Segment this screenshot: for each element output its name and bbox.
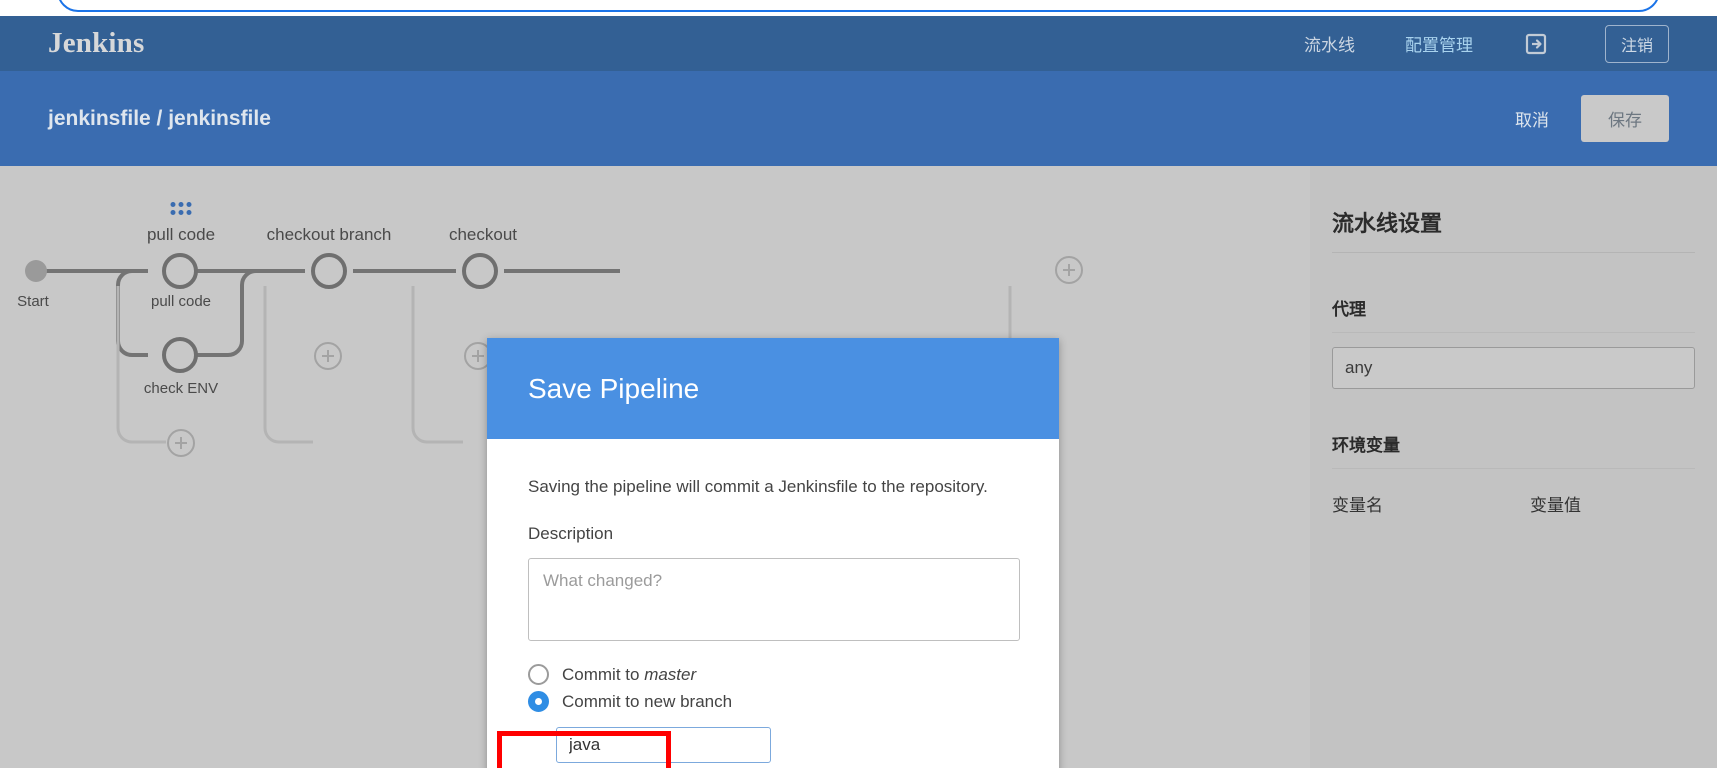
stage-title-checkout[interactable]: checkout [449, 225, 517, 245]
env-col-value: 变量值 [1530, 496, 1581, 515]
agent-label: 代理 [1332, 300, 1366, 319]
env-vars-divider [1332, 468, 1695, 469]
settings-inner: 流水线设置 代理 环境变量 变量名 变量值 [1310, 166, 1717, 516]
app-root: Jenkins 流水线 配置管理 注销 jenkinsfile / jenkin… [0, 0, 1717, 768]
agent-input[interactable] [1332, 347, 1695, 389]
radio-commit-to-master[interactable]: Commit to master [528, 664, 1018, 685]
graph-start-label: Start [17, 293, 49, 310]
pipeline-subheader: jenkinsfile / jenkinsfile 取消 保存 [0, 71, 1717, 166]
dialog-header: Save Pipeline [487, 338, 1059, 439]
radio-master-indicator[interactable] [528, 664, 549, 685]
top-navigation-bar: Jenkins 流水线 配置管理 注销 [0, 16, 1717, 71]
browser-chrome-sliver [0, 0, 1717, 16]
save-button[interactable]: 保存 [1581, 95, 1669, 142]
step-label-check-env[interactable]: check ENV [144, 380, 218, 397]
radio-commit-to-new-branch[interactable]: Commit to new branch [528, 691, 1018, 712]
cancel-link[interactable]: 取消 [1515, 106, 1549, 131]
drag-dots-icon[interactable] [170, 202, 192, 215]
radio-master-label: Commit to master [562, 665, 696, 685]
logout-button[interactable]: 注销 [1604, 24, 1669, 63]
radio-master-branch-name: master [644, 664, 697, 684]
dialog-body: Saving the pipeline will commit a Jenkin… [487, 439, 1059, 768]
agent-divider [1332, 332, 1695, 333]
description-field-label: Description [528, 524, 614, 543]
branch-name-input[interactable] [556, 727, 771, 763]
dialog-description-text: Saving the pipeline will commit a Jenkin… [528, 477, 988, 496]
save-pipeline-dialog: Save Pipeline Saving the pipeline will c… [487, 338, 1059, 768]
nav-item-config-management[interactable]: 配置管理 [1405, 31, 1473, 56]
stage-title-checkout-branch[interactable]: checkout branch [267, 225, 392, 245]
description-textarea[interactable] [528, 558, 1020, 641]
env-vars-label: 环境变量 [1332, 436, 1400, 455]
pipeline-settings-panel: 流水线设置 代理 环境变量 变量名 变量值 [1310, 166, 1717, 768]
env-col-name: 变量名 [1332, 496, 1383, 515]
nav-item-pipeline[interactable]: 流水线 [1304, 31, 1355, 56]
jenkins-logo[interactable]: Jenkins [48, 27, 145, 60]
step-label-pull-code[interactable]: pull code [151, 293, 211, 310]
stage-title-pull-code[interactable]: pull code [147, 225, 215, 245]
browser-url-bar[interactable] [57, 0, 1660, 12]
radio-master-prefix: Commit to [562, 664, 645, 684]
breadcrumb[interactable]: jenkinsfile / jenkinsfile [48, 107, 271, 131]
radio-new-branch-label: Commit to new branch [562, 691, 733, 711]
env-vars-header-row: 变量名 变量值 [1332, 491, 1695, 516]
dialog-title: Save Pipeline [528, 372, 700, 404]
logout-arrow-icon[interactable] [1523, 31, 1549, 57]
radio-new-branch-indicator[interactable] [528, 691, 549, 712]
settings-title: 流水线设置 [1332, 211, 1443, 236]
settings-divider [1332, 252, 1695, 253]
editor-stage: pull code checkout branch checkout Start… [0, 166, 1717, 768]
